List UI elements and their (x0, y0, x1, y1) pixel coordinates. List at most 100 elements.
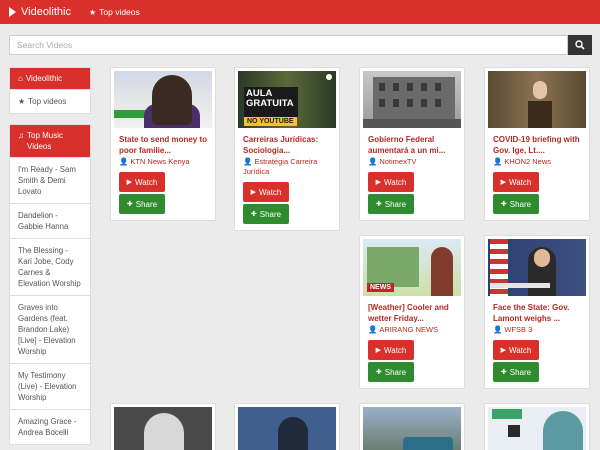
music-list-item[interactable]: The Blessing - Kari Jobe, Cody Carnes & … (10, 238, 90, 295)
video-thumbnail[interactable] (488, 239, 586, 296)
share-button[interactable]: ✚ Share (243, 204, 289, 224)
video-channel[interactable]: 👤 NotimexTV (368, 157, 456, 167)
video-thumbnail[interactable] (488, 407, 586, 450)
sidebar-item-top-videos[interactable]: ★ Top videos (10, 89, 90, 113)
channel-name: ARIRANG NEWS (379, 325, 439, 334)
brand-link[interactable]: Videolithic (9, 6, 71, 18)
user-icon: 👤 (243, 157, 253, 166)
search-icon (575, 40, 585, 50)
play-icon: ▶ (375, 179, 381, 186)
plus-icon: ✚ (126, 201, 133, 208)
channel-logo-icon (326, 74, 332, 80)
top-navbar: Videolithic ★ Top videos (0, 0, 600, 24)
play-icon: ▶ (250, 189, 256, 196)
video-thumbnail[interactable] (114, 71, 212, 128)
video-channel[interactable]: 👤 WFSB 3 (493, 325, 581, 335)
share-button[interactable]: ✚ Share (119, 194, 165, 214)
watch-button[interactable]: ▶ Watch (368, 172, 414, 192)
watch-label: Watch (509, 177, 532, 187)
share-button[interactable]: ✚ Share (493, 362, 539, 382)
video-card (484, 403, 590, 450)
video-thumbnail[interactable] (488, 71, 586, 128)
music-list-item[interactable]: I'm Ready - Sam Smith & Demi Lovato (10, 157, 90, 203)
sidebar-home-label: Videolithic (25, 74, 63, 83)
watch-button[interactable]: ▶ Watch (493, 172, 539, 192)
video-thumbnail[interactable] (238, 407, 336, 450)
top-music-heading: ♫ Top Music Videos (10, 125, 90, 157)
user-icon: 👤 (119, 157, 129, 166)
user-icon: 👤 (368, 325, 378, 334)
video-thumbnail[interactable] (363, 71, 461, 128)
brand-name: Videolithic (21, 6, 71, 18)
top-music-title: Top Music Videos (27, 131, 64, 151)
channel-name: Estratégia Carreira Jurídica (243, 157, 318, 176)
video-channel[interactable]: 👤 KTN News Kenya (119, 157, 207, 167)
channel-name: WFSB 3 (504, 325, 533, 334)
thumbnail-badge: NEWS (367, 283, 394, 292)
user-icon: 👤 (493, 325, 503, 334)
video-thumbnail[interactable] (114, 407, 212, 450)
video-thumbnail[interactable] (363, 407, 461, 450)
video-card: State to send money to poor familie... 👤… (110, 67, 216, 221)
share-label: Share (384, 367, 407, 377)
music-note-icon: ♫ (18, 131, 24, 140)
plus-icon: ✚ (375, 369, 382, 376)
thumbnail-caption: AULA GRATUITA (246, 88, 294, 109)
channel-name: NotimexTV (379, 157, 417, 166)
plus-icon: ✚ (500, 369, 507, 376)
share-label: Share (259, 209, 282, 219)
search-input[interactable] (9, 35, 568, 55)
share-label: Share (509, 199, 532, 209)
video-title[interactable]: Gobierno Federal aumentará a un mi... (368, 134, 456, 156)
video-title[interactable]: [Weather] Cooler and wetter Friday... (368, 302, 456, 324)
watch-label: Watch (509, 345, 532, 355)
sidebar-item-home[interactable]: ⌂ Videolithic (10, 68, 90, 89)
music-list-item[interactable]: My Testimony (Live) - Elevation Worship (10, 363, 90, 409)
video-channel[interactable]: 👤 KHON2 News (493, 157, 581, 167)
play-icon: ▶ (126, 179, 132, 186)
music-list-item[interactable]: Graves into Gardens (feat. Brandon Lake)… (10, 295, 90, 363)
plus-icon: ✚ (500, 201, 507, 208)
video-channel[interactable]: 👤 ARIRANG NEWS (368, 325, 456, 335)
thumbnail-badge: NO YOUTUBE (244, 117, 297, 126)
watch-label: Watch (259, 187, 282, 197)
share-button[interactable]: ✚ Share (368, 362, 414, 382)
video-channel[interactable]: 👤 Estratégia Carreira Jurídica (243, 157, 331, 177)
share-label: Share (135, 199, 158, 209)
video-card: NEWS [Weather] Cooler and wetter Friday.… (359, 235, 465, 389)
video-title[interactable]: Face the State: Gov. Lamont weighs ... (493, 302, 581, 324)
play-icon: ▶ (375, 347, 381, 354)
video-card (234, 403, 340, 450)
watch-button[interactable]: ▶ Watch (368, 340, 414, 360)
plus-icon: ✚ (250, 211, 257, 218)
share-label: Share (384, 199, 407, 209)
share-button[interactable]: ✚ Share (493, 194, 539, 214)
music-list-item[interactable]: Amazing Grace - Andrea Bocelli (10, 409, 90, 444)
music-list-item[interactable]: Dandelion - Gabbie Hanna (10, 203, 90, 238)
watch-button[interactable]: ▶ Watch (243, 182, 289, 202)
share-button[interactable]: ✚ Share (368, 194, 414, 214)
nav-top-videos-link[interactable]: ★ Top videos (89, 7, 140, 17)
star-icon: ★ (18, 97, 26, 106)
watch-button[interactable]: ▶ Watch (119, 172, 165, 192)
watch-label: Watch (384, 345, 407, 355)
video-title[interactable]: State to send money to poor familie... (119, 134, 207, 156)
video-thumbnail[interactable]: NEWS (363, 239, 461, 296)
video-card: Face the State: Gov. Lamont weighs ... 👤… (484, 235, 590, 389)
sidebar-nav-panel: ⌂ Videolithic ★ Top videos (9, 67, 91, 114)
play-icon (9, 7, 16, 17)
search-button[interactable] (568, 35, 592, 55)
watch-button[interactable]: ▶ Watch (493, 340, 539, 360)
user-icon: 👤 (493, 157, 503, 166)
star-icon: ★ (88, 7, 97, 17)
home-icon: ⌂ (18, 74, 23, 83)
video-card: Gobierno Federal aumentará a un mi... 👤 N… (359, 67, 465, 221)
video-title[interactable]: Carreiras Jurídicas: Sociologia... (243, 134, 331, 156)
video-card: COVID-19 briefing with Gov. Ige, Lt.... … (484, 67, 590, 221)
plus-icon: ✚ (375, 201, 382, 208)
video-title[interactable]: COVID-19 briefing with Gov. Ige, Lt.... (493, 134, 581, 156)
video-thumbnail[interactable]: AULA GRATUITA NO YOUTUBE (238, 71, 336, 128)
play-icon: ▶ (500, 347, 506, 354)
share-label: Share (509, 367, 532, 377)
sidebar-top-videos-label: Top videos (28, 97, 67, 106)
